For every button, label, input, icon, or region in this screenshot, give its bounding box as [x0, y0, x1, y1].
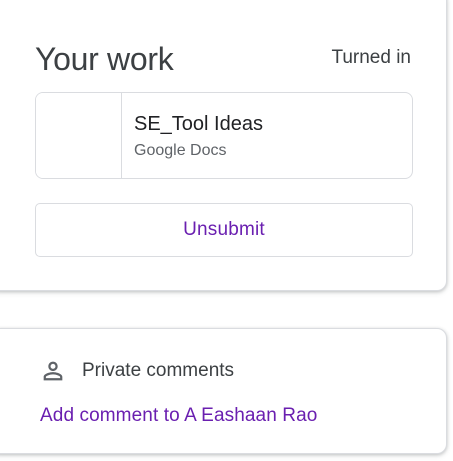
- classroom-sidebar: Your work Turned in SE_Tool Ideas Google…: [0, 0, 453, 461]
- attachment-name[interactable]: SE_Tool Ideas: [134, 113, 263, 136]
- private-comments-header: Private comments: [39, 356, 234, 386]
- your-work-title: Your work: [35, 41, 174, 77]
- your-work-card: Your work Turned in SE_Tool Ideas Google…: [0, 0, 447, 291]
- private-comments-title: Private comments: [82, 360, 235, 381]
- attachment-type: Google Docs: [134, 142, 227, 159]
- private-comments-card: Private comments Add comment to A Eashaa…: [0, 328, 447, 454]
- person-icon: [43, 361, 63, 381]
- submission-status: Turned in: [331, 47, 411, 68]
- attachment-thumbnail[interactable]: [36, 93, 122, 178]
- unsubmit-button[interactable]: Unsubmit: [35, 203, 413, 257]
- attachment-card[interactable]: SE_Tool Ideas Google Docs: [35, 92, 413, 179]
- add-comment-link[interactable]: Add comment to A Eashaan Rao: [40, 405, 317, 427]
